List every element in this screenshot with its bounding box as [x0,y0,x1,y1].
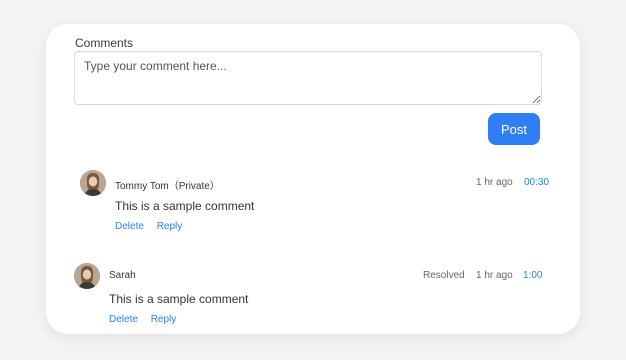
time-ago: 1 hr ago [476,177,513,188]
status-text: Resolved [423,270,465,281]
avatar [80,170,106,196]
comments-label: Comments [75,36,134,50]
reply-link[interactable]: Reply [151,314,177,325]
comment-text: This is a sample comment [109,292,249,306]
comment-status-wrap: Resolved [423,270,465,281]
comment-actions: Delete Reply [115,221,192,232]
comment-time-ago: 1 hr ago [476,270,513,281]
comment-timestamp-wrap: 00:30 [524,177,549,188]
comment-actions: Delete Reply [109,314,186,325]
comment-timestamp-wrap: 1:00 [523,270,542,281]
delete-link[interactable]: Delete [115,221,144,232]
reply-link[interactable]: Reply [157,221,183,232]
comment-item: Sarah Resolved 1 hr ago 1:00 This is a s… [74,263,554,333]
time-ago: 1 hr ago [476,270,513,281]
comment-text: This is a sample comment [115,199,255,213]
timestamp-link[interactable]: 00:30 [524,177,549,188]
comment-input[interactable] [74,51,542,105]
comments-card: Comments Post Tommy Tom（Private） 1 hr ag… [46,24,580,334]
comment-author: Sarah [109,270,136,281]
delete-link[interactable]: Delete [109,314,138,325]
timestamp-link[interactable]: 1:00 [523,270,542,281]
post-button[interactable]: Post [488,113,540,145]
comment-item: Tommy Tom（Private） 1 hr ago 00:30 This i… [80,170,560,240]
avatar [74,263,100,289]
comment-time-ago: 1 hr ago [476,177,513,188]
comment-author: Tommy Tom（Private） [115,181,220,192]
